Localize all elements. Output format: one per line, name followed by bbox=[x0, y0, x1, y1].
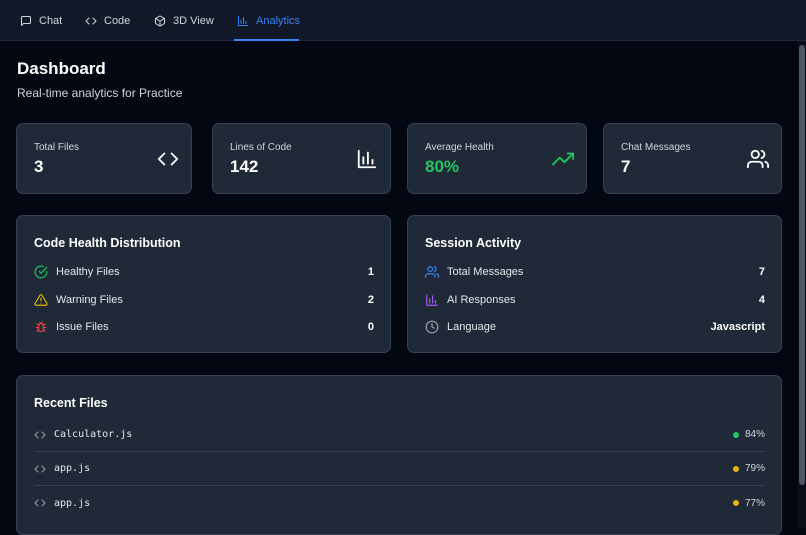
tab-label: Analytics bbox=[256, 14, 301, 27]
cube-icon bbox=[154, 15, 166, 27]
recent-files-panel: Recent Files Calculator.js 84% app.js 79… bbox=[16, 375, 782, 535]
health-row-warning: Warning Files 2 bbox=[34, 292, 374, 308]
code-icon bbox=[85, 15, 97, 27]
session-row-ai-responses: AI Responses 4 bbox=[425, 292, 765, 308]
file-row[interactable]: Calculator.js 84% bbox=[34, 418, 765, 452]
stat-card-chat-messages: Chat Messages 7 bbox=[603, 123, 782, 194]
page-title: Dashboard bbox=[17, 59, 106, 78]
file-row[interactable]: app.js 79% bbox=[34, 452, 765, 486]
stat-label: Average Health bbox=[425, 142, 494, 153]
panel-title: Recent Files bbox=[34, 396, 108, 410]
code-icon bbox=[34, 429, 46, 441]
tab-label: Code bbox=[104, 14, 131, 27]
stat-card-lines-of-code: Lines of Code 142 bbox=[212, 123, 391, 194]
health-row-issue: Issue Files 0 bbox=[34, 319, 374, 335]
stat-label: Lines of Code bbox=[230, 142, 292, 153]
page-subtitle: Real-time analytics for Practice bbox=[17, 86, 183, 100]
code-icon bbox=[34, 463, 46, 475]
status-dot bbox=[732, 500, 739, 506]
row-value: 2 bbox=[367, 294, 374, 306]
session-activity-panel: Session Activity Total Messages 7 AI Res… bbox=[407, 215, 782, 353]
stat-card-average-health: Average Health 80% bbox=[407, 123, 587, 194]
code-icon bbox=[34, 497, 46, 509]
tab-code[interactable]: Code bbox=[82, 0, 133, 41]
file-row[interactable]: app.js 77% bbox=[34, 486, 765, 520]
status-dot bbox=[732, 431, 739, 438]
tab-chat[interactable]: Chat bbox=[17, 0, 65, 41]
warning-triangle-icon bbox=[34, 293, 48, 307]
stat-card-total-files: Total Files 3 bbox=[16, 123, 192, 194]
status-dot bbox=[732, 465, 739, 472]
file-name: app.js bbox=[54, 497, 91, 509]
file-health: 84% bbox=[744, 429, 765, 440]
stat-value: 7 bbox=[621, 157, 631, 176]
row-label: Language bbox=[447, 321, 496, 333]
code-health-panel: Code Health Distribution Healthy Files 1… bbox=[16, 215, 391, 353]
file-name: Calculator.js bbox=[54, 429, 133, 440]
tab-label: Chat bbox=[39, 14, 63, 27]
session-row-total-messages: Total Messages 7 bbox=[425, 264, 765, 280]
scrollbar-thumb[interactable] bbox=[799, 45, 805, 485]
row-value: 4 bbox=[758, 294, 765, 306]
chat-icon bbox=[20, 15, 32, 27]
trending-up-icon bbox=[552, 148, 574, 170]
row-label: Issue Files bbox=[56, 321, 109, 333]
users-icon bbox=[425, 265, 439, 279]
scrollbar[interactable] bbox=[798, 41, 806, 528]
row-label: Healthy Files bbox=[56, 266, 120, 278]
health-row-healthy: Healthy Files 1 bbox=[34, 264, 374, 280]
tab-analytics[interactable]: Analytics bbox=[234, 0, 301, 41]
row-value: 7 bbox=[758, 266, 765, 278]
stat-value: 142 bbox=[230, 157, 259, 176]
bar-chart-icon bbox=[237, 15, 249, 27]
row-label: AI Responses bbox=[447, 294, 516, 306]
session-row-language: Language Javascript bbox=[425, 319, 765, 335]
row-value: 0 bbox=[367, 321, 374, 333]
tab-bar: Chat Code 3D View Analytics bbox=[0, 0, 806, 41]
row-label: Warning Files bbox=[56, 294, 123, 306]
stat-value: 3 bbox=[34, 157, 44, 176]
bar-chart-icon bbox=[356, 148, 378, 170]
row-value: 1 bbox=[367, 266, 374, 278]
file-health: 77% bbox=[744, 497, 765, 509]
users-icon bbox=[747, 148, 769, 170]
stat-label: Total Files bbox=[34, 142, 80, 153]
row-value: Javascript bbox=[710, 321, 765, 333]
stat-label: Chat Messages bbox=[621, 142, 691, 153]
bar-chart-icon bbox=[425, 293, 439, 307]
stat-value: 80% bbox=[425, 157, 460, 176]
panel-title: Code Health Distribution bbox=[34, 236, 181, 250]
row-label: Total Messages bbox=[447, 266, 524, 278]
check-circle-icon bbox=[34, 265, 48, 279]
code-icon bbox=[157, 148, 179, 170]
file-name: app.js bbox=[54, 463, 91, 474]
tab-3d-view[interactable]: 3D View bbox=[151, 0, 217, 41]
file-health: 79% bbox=[744, 463, 765, 474]
clock-icon bbox=[425, 320, 439, 334]
panel-title: Session Activity bbox=[425, 236, 522, 250]
bug-icon bbox=[34, 320, 48, 334]
tab-label: 3D View bbox=[173, 14, 214, 27]
